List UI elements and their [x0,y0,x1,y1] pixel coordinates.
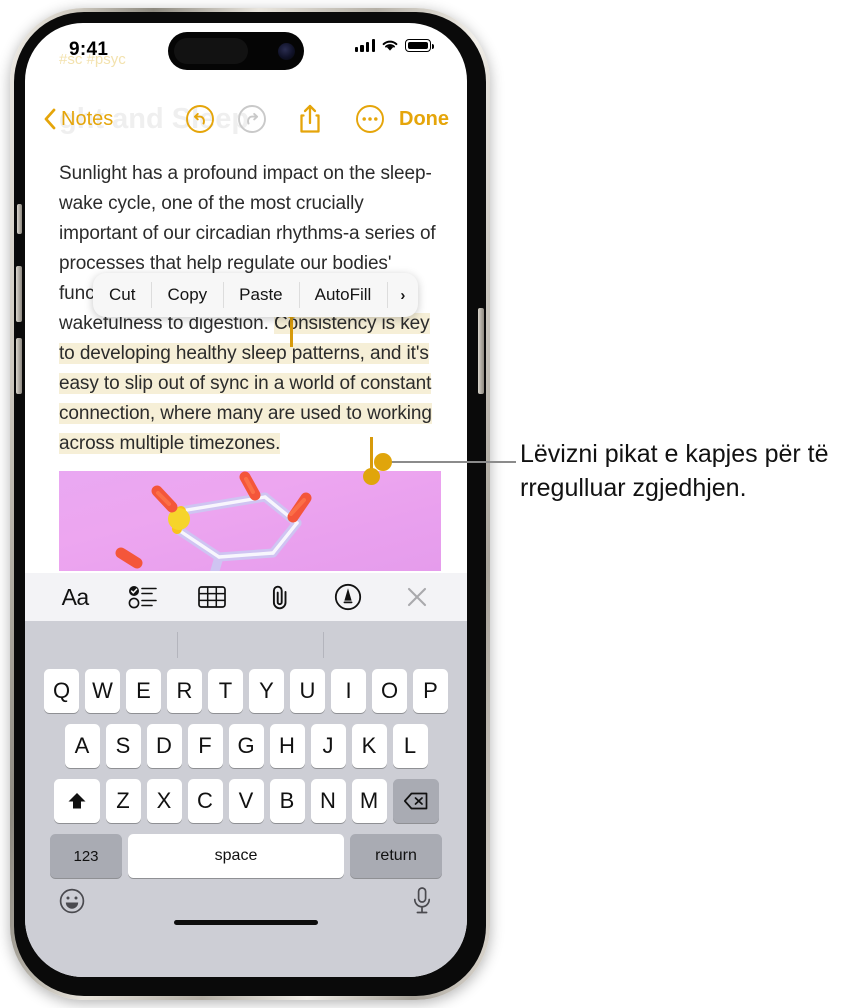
menu-more-chevron-icon[interactable]: › [387,273,418,317]
backspace-delete-icon [403,792,427,810]
front-camera-icon [278,43,295,60]
silent-switch-button[interactable] [17,204,22,234]
key-u[interactable]: U [290,669,325,713]
markup-pen-icon[interactable] [328,579,368,615]
more-options-button[interactable] [355,104,385,134]
onscreen-keyboard: Q W E R T Y U I O P A S D F G H J K L Z … [25,621,467,977]
emoji-smiley-icon [59,888,85,914]
callout-caption: Lëvizni pikat e kapjes për të rregulluar… [520,440,829,502]
back-to-notes-button[interactable]: Notes [43,108,113,131]
microphone-icon [413,887,431,914]
keyboard-row-2: A S D F G H J K L [25,724,467,768]
key-y[interactable]: Y [249,669,284,713]
keyboard-row-3: Z X C V B N M [25,779,467,823]
undo-button[interactable] [185,104,215,134]
undo-icon [186,105,214,133]
menu-item-autofill[interactable]: AutoFill [298,273,388,317]
emoji-key[interactable] [59,888,85,919]
close-x-icon[interactable] [397,579,437,615]
volume-down-button[interactable] [16,338,22,394]
key-n[interactable]: N [310,779,346,823]
numbers-key[interactable]: 123 [50,834,122,878]
phone-frame: #sc #psyc ght and Sleep 9:41 Notes Done … [10,8,490,1000]
redo-icon [238,105,266,133]
key-r[interactable]: R [167,669,202,713]
keyboard-row-4: 123 space return [25,834,467,878]
volume-up-button[interactable] [16,266,22,322]
space-key[interactable]: space [128,834,344,878]
screenshot-root: #sc #psyc ght and Sleep 9:41 Notes Done … [0,0,862,1008]
more-ellipsis-icon [356,105,384,133]
note-format-toolbar: Aa [25,573,467,621]
power-button[interactable] [478,308,484,394]
note-nav-bar: Notes Done [25,97,467,141]
share-button[interactable] [297,103,323,135]
key-w[interactable]: W [85,669,120,713]
share-icon [300,104,320,133]
text-format-icon[interactable]: Aa [55,579,95,615]
molecule-illustration [115,471,312,571]
key-z[interactable]: Z [105,779,141,823]
key-g[interactable]: G [228,724,264,768]
menu-item-paste[interactable]: Paste [223,273,298,317]
key-c[interactable]: C [187,779,223,823]
key-e[interactable]: E [126,669,161,713]
key-m[interactable]: M [351,779,387,823]
table-icon[interactable] [192,579,232,615]
menu-item-copy[interactable]: Copy [151,273,223,317]
status-time: 9:41 [69,39,109,60]
delete-key[interactable] [392,779,439,823]
redo-button[interactable] [237,104,267,134]
key-i[interactable]: I [331,669,366,713]
predictive-text-bar[interactable] [25,621,467,667]
checklist-icon[interactable] [123,579,163,615]
cellular-bars-icon [354,39,375,52]
done-button[interactable]: Done [399,108,449,131]
predictive-separator [177,632,178,658]
key-p[interactable]: P [413,669,448,713]
key-l[interactable]: L [392,724,428,768]
wifi-icon [382,40,398,51]
island-pill [174,38,248,64]
phone-screen: #sc #psyc ght and Sleep 9:41 Notes Done … [25,23,467,977]
note-attached-image[interactable] [59,471,441,571]
shift-up-arrow-icon [68,793,85,809]
battery-full-icon [405,39,435,52]
key-t[interactable]: T [208,669,243,713]
home-indicator[interactable] [174,919,318,925]
callout-leader-line [382,461,516,463]
key-o[interactable]: O [372,669,407,713]
note-text-selected[interactable]: Consistency is key to developing healthy… [59,313,432,454]
shift-key[interactable] [53,779,100,823]
paperclip-attach-icon[interactable] [260,579,300,615]
predictive-separator [323,632,324,658]
key-f[interactable]: F [187,724,223,768]
keyboard-bottom-bar [25,878,467,934]
back-label: Notes [61,107,114,130]
key-q[interactable]: Q [44,669,79,713]
dictation-key[interactable] [411,886,433,921]
key-x[interactable]: X [146,779,182,823]
key-a[interactable]: A [64,724,100,768]
chevron-left-icon [44,108,56,130]
key-j[interactable]: J [310,724,346,768]
key-h[interactable]: H [269,724,305,768]
note-content-area[interactable]: Sunlight has a profound impact on the sl… [25,149,467,573]
key-b[interactable]: B [269,779,305,823]
dynamic-island [168,32,304,70]
key-d[interactable]: D [146,724,182,768]
key-k[interactable]: K [351,724,387,768]
callout-anchor-dot [374,453,392,471]
key-v[interactable]: V [228,779,264,823]
text-edit-callout-menu[interactable]: Cut Copy Paste AutoFill › [93,273,419,317]
keyboard-row-1: Q W E R T Y U I O P [25,669,467,713]
return-key[interactable]: return [350,834,442,878]
status-indicators [354,39,435,52]
menu-item-cut[interactable]: Cut [93,273,151,317]
key-s[interactable]: S [105,724,141,768]
